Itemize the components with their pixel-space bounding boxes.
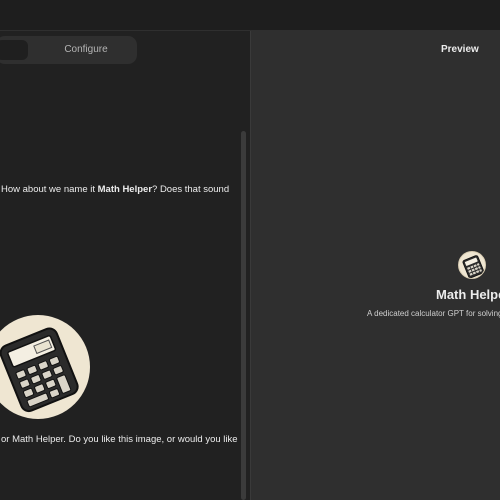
top-bar	[0, 0, 500, 31]
calculator-icon	[462, 255, 485, 278]
create-panel: Configure How about we name it Math Help…	[0, 31, 250, 500]
message-text: How about we name it	[1, 184, 98, 195]
mode-tabs: Configure	[0, 36, 137, 64]
tab-create[interactable]	[0, 40, 28, 60]
preview-panel: Preview Math Helpe A dedicated calculato…	[251, 31, 500, 500]
tab-configure[interactable]: Configure	[36, 36, 136, 64]
preview-heading: Preview	[441, 44, 479, 55]
calculator-icon	[0, 327, 79, 413]
assistant-message-image-question: or Math Helper. Do you like this image, …	[1, 434, 238, 445]
message-text: ? Does that sound	[152, 184, 230, 195]
gpt-avatar	[458, 251, 486, 279]
gpt-description: A dedicated calculator GPT for solving	[367, 309, 500, 318]
suggested-name: Math Helper	[97, 184, 153, 195]
chat-scrollbar[interactable]	[241, 131, 246, 500]
generated-profile-image	[0, 315, 90, 419]
assistant-message-name-suggestion: How about we name it Math Helper? Does t…	[1, 184, 229, 195]
gpt-name: Math Helpe	[436, 287, 500, 302]
